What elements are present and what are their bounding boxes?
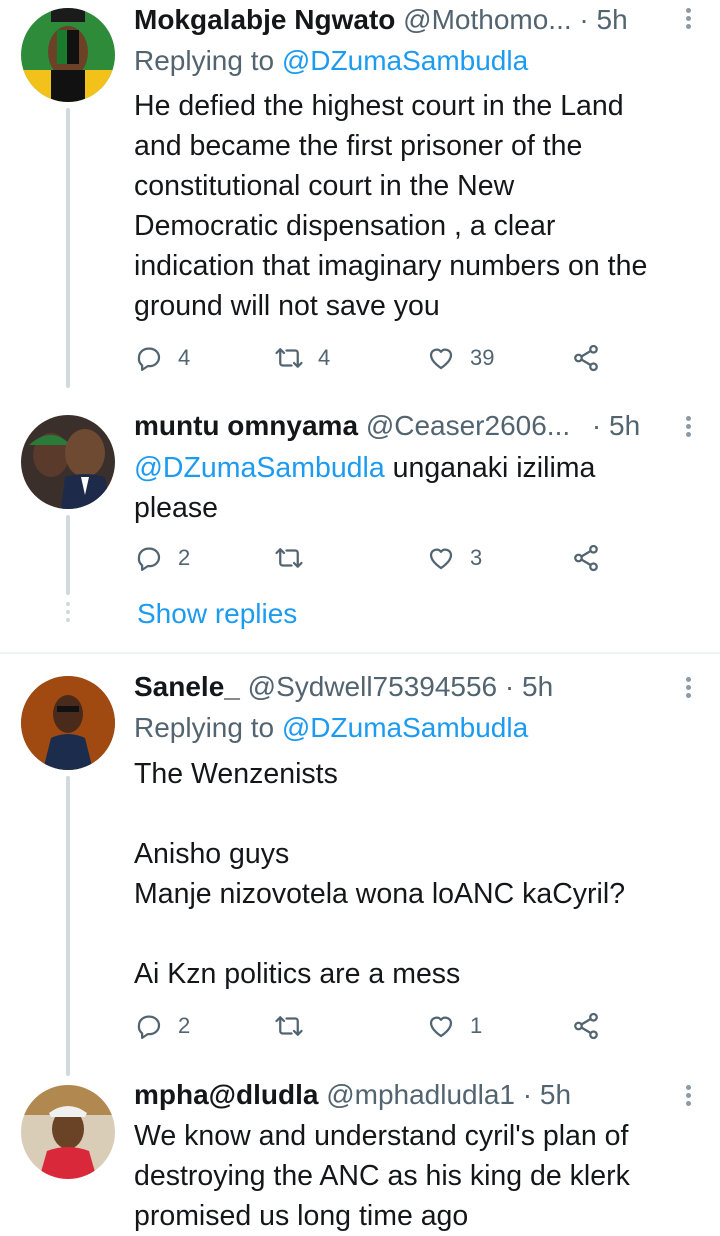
replying-to: Replying to @DZumaSambudla — [134, 43, 528, 79]
more-vertical-icon[interactable] — [686, 1085, 692, 1109]
divider — [0, 652, 720, 654]
mention[interactable]: @DZumaSambudla — [134, 452, 385, 484]
reply-button[interactable]: 2 — [134, 1008, 190, 1044]
heart-icon — [429, 1016, 453, 1038]
thread-dots — [66, 602, 70, 626]
avatar[interactable] — [21, 676, 115, 770]
like-count: 1 — [470, 1013, 483, 1038]
tweet-text: We know and understand cyril's plan of d… — [134, 1120, 630, 1232]
retweet-button[interactable] — [274, 540, 318, 576]
heart-icon — [429, 548, 453, 570]
retweet-count: 4 — [318, 345, 331, 370]
tweet-actions: 2 1 — [134, 1008, 604, 1044]
tweet-header: Mokgalabje Ngwato @Mothomo... · 5h — [134, 2, 680, 38]
more-vertical-icon[interactable] — [686, 677, 692, 701]
tweet-header: muntu omnyama @Ceaser2606... · 5h — [134, 408, 680, 444]
replying-to-mention[interactable]: @DZumaSambudla — [282, 45, 528, 76]
retweet-icon — [275, 548, 303, 568]
like-button[interactable]: 39 — [426, 340, 494, 376]
like-count: 39 — [470, 345, 495, 370]
retweet-icon — [275, 348, 303, 368]
avatar[interactable] — [21, 8, 115, 102]
share-icon — [574, 544, 598, 572]
share-icon — [574, 1012, 598, 1040]
heart-icon — [429, 348, 453, 370]
avatar[interactable] — [21, 415, 115, 509]
reply-count: 2 — [178, 1013, 191, 1038]
timestamp[interactable]: · 5h — [579, 4, 627, 35]
retweet-button[interactable] — [274, 1008, 318, 1044]
tweet-header: mpha@dludla @mphadludla1 · 5h — [134, 1077, 680, 1113]
user-handle[interactable]: @Ceaser2606... — [366, 410, 570, 441]
replying-prefix: Replying to — [134, 45, 282, 76]
replying-prefix: Replying to — [134, 712, 282, 743]
timestamp[interactable]: · 5h — [592, 410, 640, 441]
tweet-actions: 2 3 — [134, 540, 604, 576]
retweet-icon — [275, 1016, 303, 1036]
reply-button[interactable]: 4 — [134, 340, 190, 376]
like-button[interactable]: 1 — [426, 1008, 482, 1044]
reply-icon — [137, 1015, 161, 1039]
tweet-text: The Wenzenists Anisho guys Manje nizovot… — [134, 758, 626, 990]
tweet-text: He defied the highest court in the Land … — [134, 90, 648, 322]
user-handle[interactable]: @Mothomo... — [403, 4, 571, 35]
retweet-button[interactable]: 4 — [274, 340, 330, 376]
timestamp[interactable]: · 5h — [505, 671, 553, 702]
share-icon — [574, 344, 598, 372]
more-vertical-icon[interactable] — [686, 416, 692, 440]
share-button[interactable] — [571, 340, 601, 376]
display-name[interactable]: muntu omnyama — [134, 410, 358, 441]
display-name[interactable]: mpha@dludla — [134, 1079, 318, 1110]
user-handle[interactable]: @Sydwell75394556 — [248, 671, 497, 702]
display-name[interactable]: Mokgalabje Ngwato — [134, 4, 395, 35]
reply-count: 2 — [178, 545, 191, 570]
tweet-text: @DZumaSambudla unganaki izilima please — [134, 448, 704, 528]
tweet-actions: 4 4 39 — [134, 340, 604, 376]
avatar[interactable] — [21, 1085, 115, 1179]
like-button[interactable]: 3 — [426, 540, 482, 576]
timestamp[interactable]: · 5h — [523, 1079, 571, 1110]
reply-count: 4 — [178, 345, 191, 370]
show-replies-link[interactable]: Show replies — [137, 596, 297, 632]
like-count: 3 — [470, 545, 483, 570]
tweet-header: Sanele_ @Sydwell75394556 · 5h — [134, 669, 680, 705]
user-handle[interactable]: @mphadludla1 — [326, 1079, 515, 1110]
share-button[interactable] — [571, 540, 601, 576]
replying-to: Replying to @DZumaSambudla — [134, 710, 528, 746]
replying-to-mention[interactable]: @DZumaSambudla — [282, 712, 528, 743]
display-name[interactable]: Sanele_ — [134, 671, 240, 702]
share-button[interactable] — [571, 1008, 601, 1044]
more-vertical-icon[interactable] — [686, 8, 692, 32]
reply-icon — [137, 547, 161, 571]
reply-icon — [137, 347, 161, 371]
reply-button[interactable]: 2 — [134, 540, 190, 576]
